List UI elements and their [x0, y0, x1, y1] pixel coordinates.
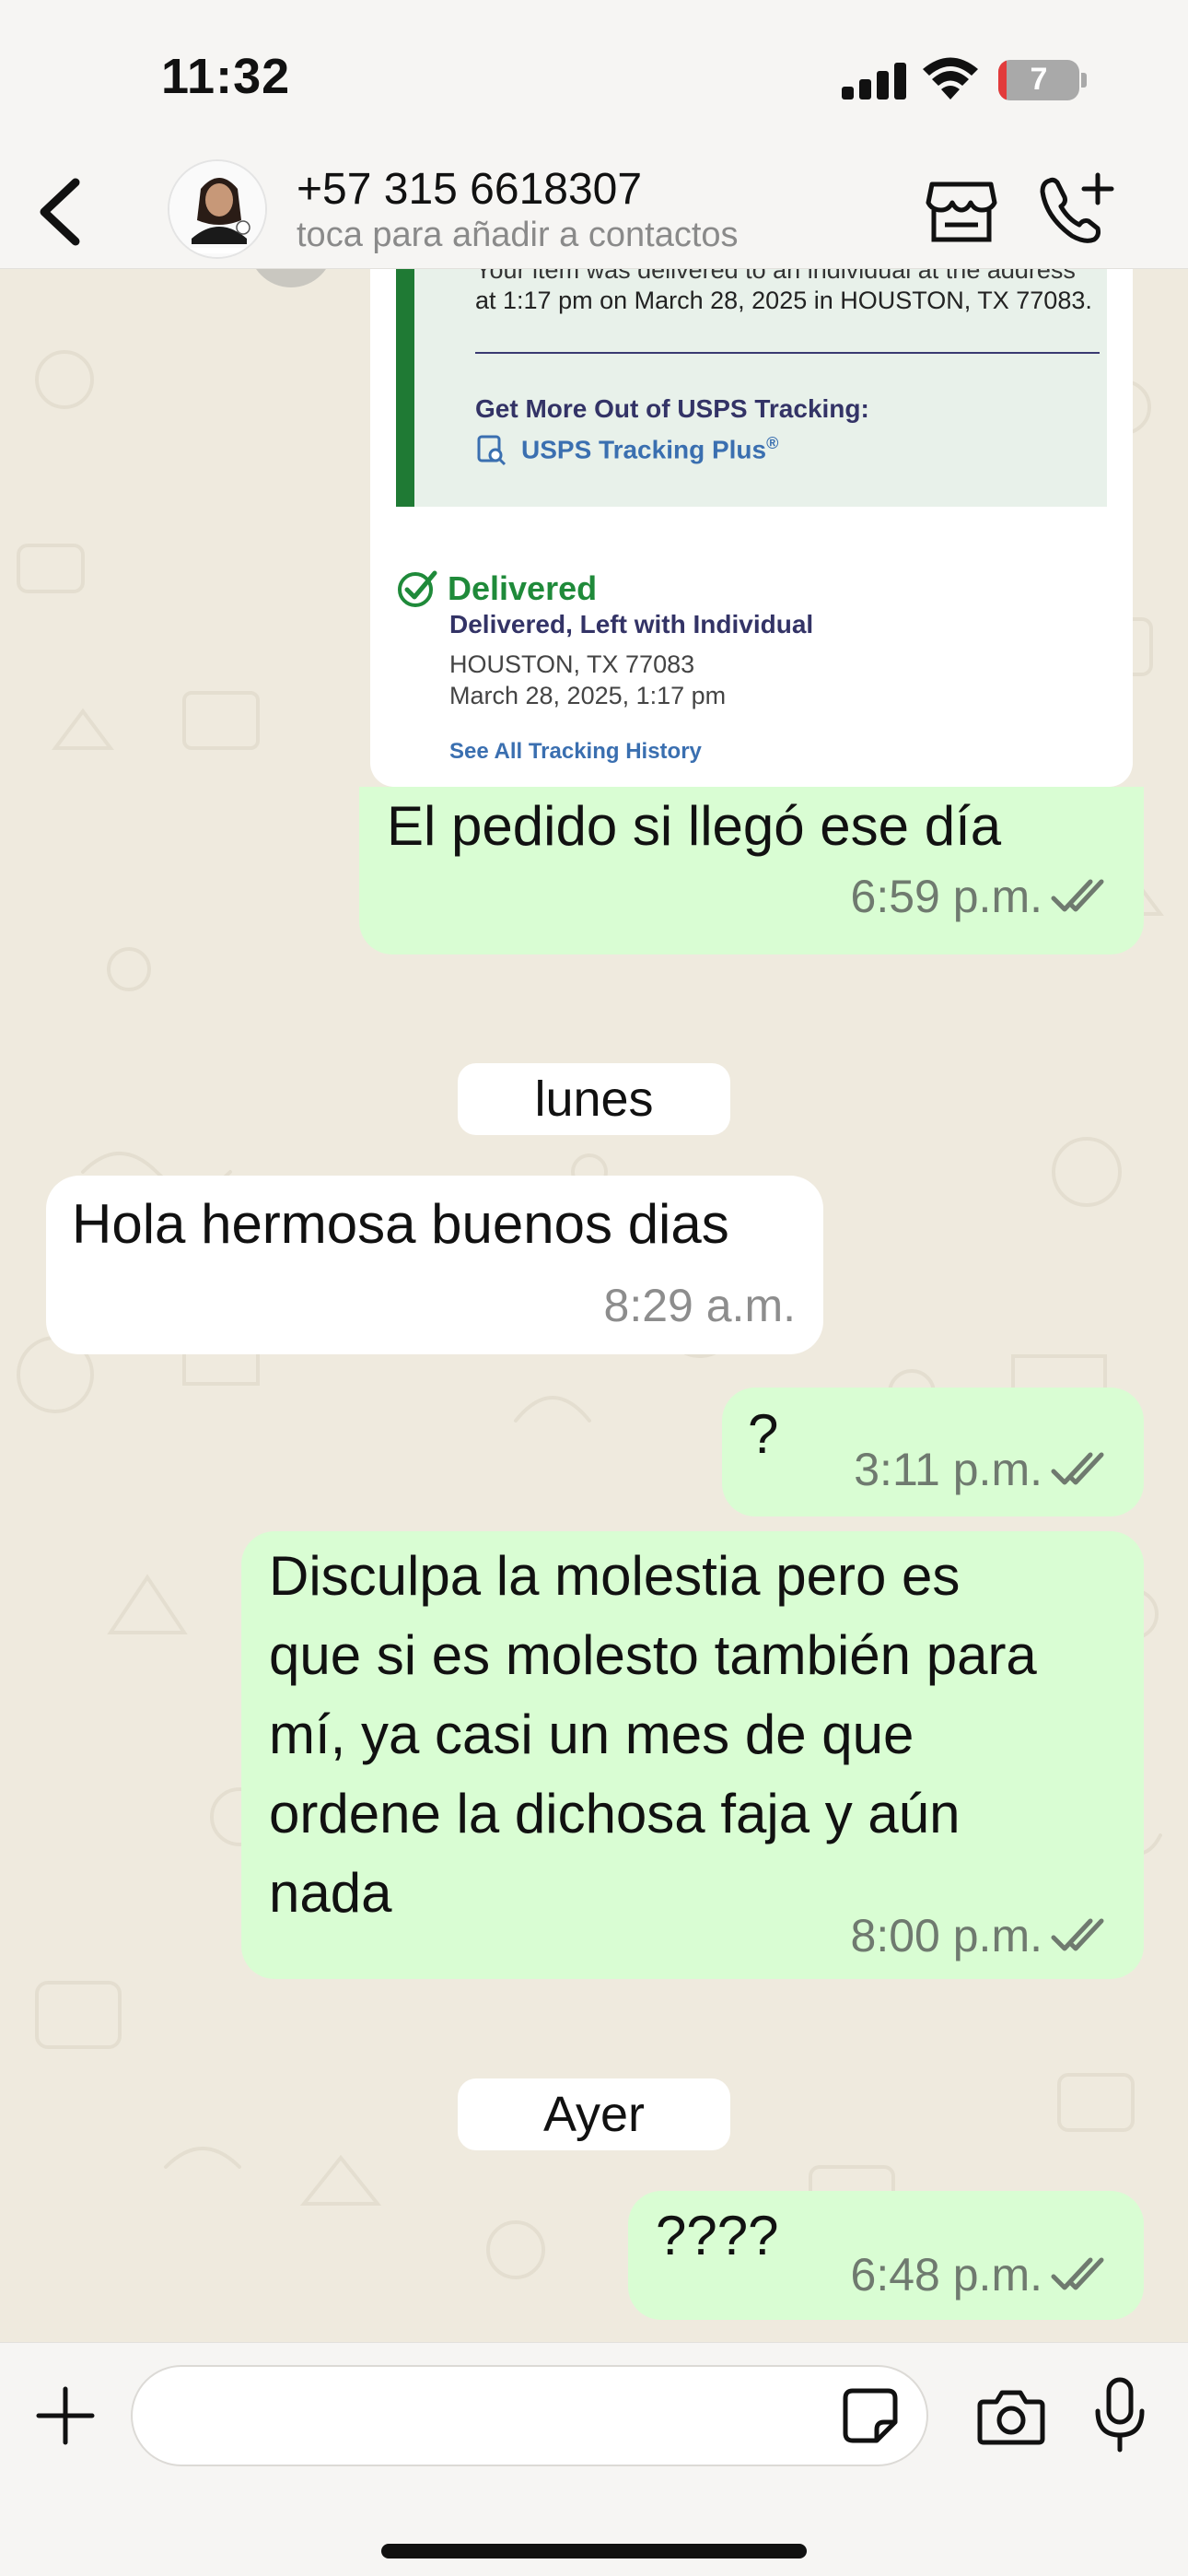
profile-photo-icon	[169, 161, 265, 257]
message-bubble-outgoing[interactable]: Disculpa la molestia pero es que si es m…	[241, 1531, 1144, 1979]
message-meta: 8:00 p.m.	[851, 1909, 1116, 1962]
divider	[475, 352, 1100, 354]
delivery-date: March 28, 2025, 1:17 pm	[449, 682, 727, 709]
delivery-city: HOUSTON, TX 77083	[449, 650, 695, 678]
message-line: Disculpa la molestia pero es	[269, 1545, 961, 1607]
delivered-detail: Delivered, Left with Individual	[449, 610, 814, 638]
delivered-status-row: Delivered	[396, 568, 597, 610]
chat-header: +57 315 6618307 toca para añadir a conta…	[0, 157, 1188, 269]
status-time: 11:32	[161, 49, 291, 104]
sticker-icon[interactable]	[840, 2385, 901, 2446]
usps-green-bar	[396, 269, 414, 507]
message-text: Hola hermosa buenos dias	[72, 1193, 729, 1255]
message-time: 6:59 p.m.	[850, 871, 1042, 922]
date-separator: Ayer	[458, 2078, 730, 2150]
message-meta: 8:29 a.m.	[604, 1279, 796, 1332]
message-line: que si es molesto también para	[269, 1624, 1037, 1686]
message-time: 8:29 a.m.	[603, 1280, 796, 1331]
registered-mark: ®	[766, 434, 779, 453]
message-bubble-outgoing[interactable]: El pedido si llegó ese día 6:59 p.m.	[359, 787, 1144, 954]
message-input[interactable]	[131, 2365, 928, 2466]
tracking-search-icon	[477, 435, 507, 466]
message-meta: 3:11 p.m.	[854, 1443, 1116, 1496]
tracking-plus-link: USPS Tracking Plus®	[475, 433, 778, 466]
add-call-icon[interactable]	[1035, 171, 1118, 249]
delivery-summary-panel: Your item was delivered to an individual…	[396, 269, 1107, 507]
composer-bar	[0, 2342, 1188, 2576]
message-line: mí, ya casi un mes de que	[269, 1704, 914, 1765]
attach-plus-icon[interactable]	[33, 2383, 98, 2448]
message-text: El pedido si llegó ese día	[387, 795, 1002, 857]
contact-subtitle[interactable]: toca para añadir a contactos	[297, 216, 739, 255]
usps-tracking-image[interactable]: Your item was delivered to an individual…	[370, 269, 1133, 787]
microphone-icon[interactable]	[1092, 2376, 1147, 2453]
read-receipt-icon	[1051, 2257, 1104, 2290]
message-bubble-outgoing[interactable]: ? 3:11 p.m.	[722, 1388, 1144, 1516]
contact-name[interactable]: +57 315 6618307	[297, 164, 642, 215]
battery-cap	[1081, 73, 1087, 88]
camera-icon[interactable]	[976, 2383, 1046, 2448]
message-text: ?	[748, 1403, 779, 1465]
delivery-line-2: at 1:17 pm on March 28, 2025 in HOUSTON,…	[475, 287, 1092, 314]
read-receipt-icon	[1051, 1918, 1104, 1951]
message-time: 8:00 p.m.	[850, 1910, 1042, 1961]
status-bar: 11:32 7	[0, 0, 1188, 157]
delivery-line-1: Your item was delivered to an individual…	[475, 269, 1076, 284]
message-bubble-incoming[interactable]: Hola hermosa buenos dias 8:29 a.m.	[46, 1176, 823, 1354]
battery-icon: 7	[998, 60, 1079, 100]
see-all-history-link: See All Tracking History	[449, 739, 702, 764]
message-time: 3:11 p.m.	[854, 1444, 1042, 1495]
cellular-signal-icon	[842, 61, 906, 100]
home-indicator	[381, 2544, 807, 2558]
catalog-store-icon[interactable]	[925, 173, 998, 247]
battery-level: 7	[1030, 62, 1048, 97]
back-chevron-icon[interactable]	[28, 166, 92, 258]
contact-avatar[interactable]	[168, 159, 267, 259]
wifi-icon	[923, 57, 978, 100]
read-receipt-icon	[1051, 1452, 1104, 1485]
tracking-plus-label: USPS Tracking Plus	[521, 435, 767, 464]
chat-area[interactable]: Your item was delivered to an individual…	[0, 269, 1188, 2342]
get-more-heading: Get More Out of USPS Tracking:	[475, 394, 869, 423]
message-bubble-outgoing[interactable]: ???? 6:48 p.m.	[628, 2191, 1144, 2320]
message-text: Disculpa la molestia pero es que si es m…	[269, 1537, 1037, 1933]
message-time: 6:48 p.m.	[850, 2249, 1042, 2301]
message-meta: 6:48 p.m.	[851, 2248, 1116, 2301]
message-meta: 6:59 p.m.	[851, 870, 1116, 923]
message-text: ????	[656, 2205, 779, 2266]
read-receipt-icon	[1051, 879, 1104, 912]
message-line: ordene la dichosa faja y aún	[269, 1783, 961, 1844]
delivered-title: Delivered	[448, 569, 598, 607]
date-separator: lunes	[458, 1063, 730, 1135]
delivered-check-icon	[398, 570, 437, 607]
